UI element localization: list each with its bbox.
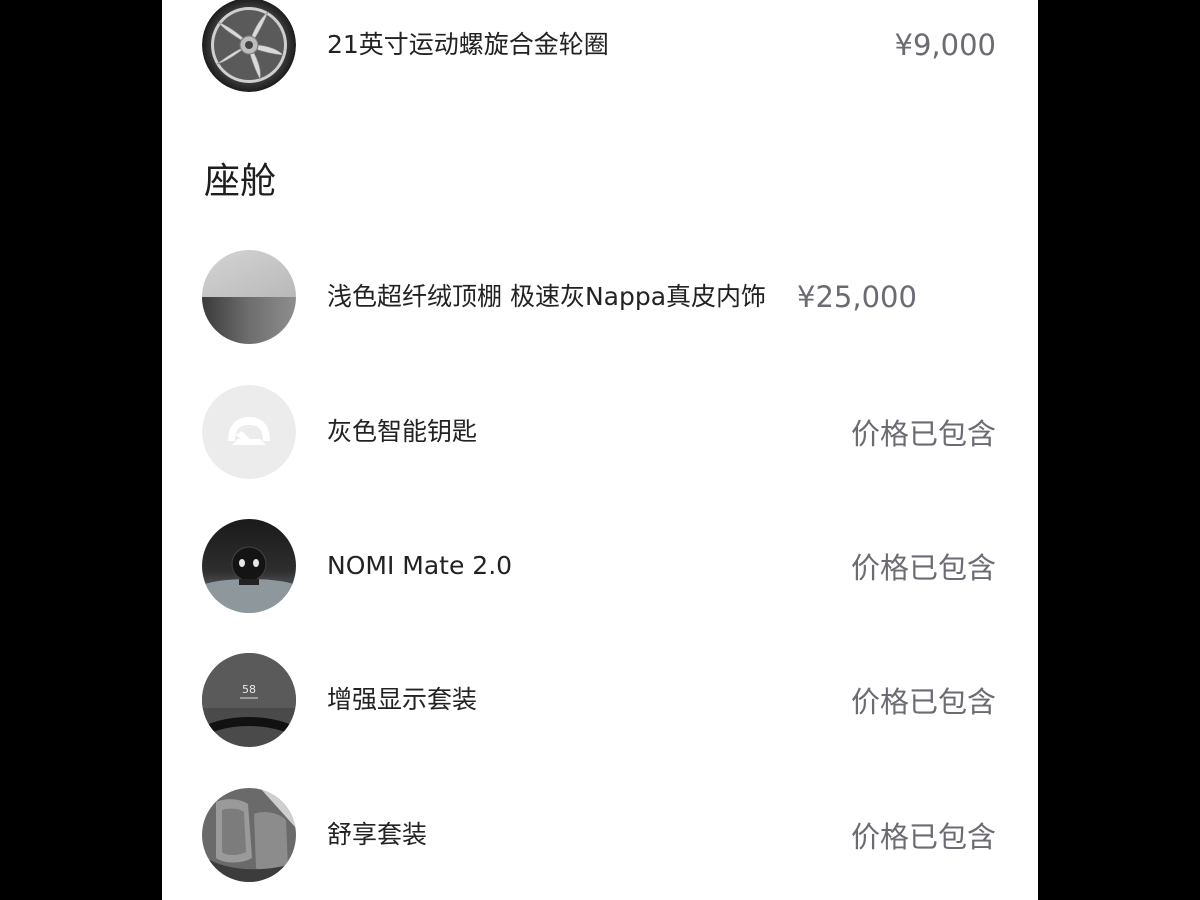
option-price: 价格已包含 <box>850 551 996 585</box>
option-name: 灰色智能钥匙 <box>327 417 478 446</box>
smart-key-icon <box>202 385 296 479</box>
option-price: ¥9,000 <box>894 28 996 62</box>
option-row-hud[interactable]: 58 增强显示套装 价格已包含 <box>202 653 996 747</box>
option-price: 价格已包含 <box>850 685 996 719</box>
alloy-wheel-icon <box>202 0 296 92</box>
option-name: 浅色超纤绒顶棚 极速灰Nappa真皮内饰 <box>327 282 767 311</box>
option-name: 21英寸运动螺旋合金轮圈 <box>327 30 609 59</box>
interior-swatch-icon <box>202 250 296 344</box>
option-name: NOMI Mate 2.0 <box>327 551 513 580</box>
seat-icon <box>202 788 296 882</box>
section-title-cabin: 座舱 <box>204 161 277 202</box>
option-price: ¥25,000 <box>797 280 917 314</box>
option-row-smart-key[interactable]: 灰色智能钥匙 价格已包含 <box>202 385 996 479</box>
option-name: 增强显示套装 <box>327 685 478 714</box>
option-row-nomi-mate[interactable]: NOMI Mate 2.0 价格已包含 <box>202 519 996 613</box>
nomi-mate-icon <box>202 519 296 613</box>
option-price: 价格已包含 <box>850 417 996 451</box>
options-panel: 21英寸运动螺旋合金轮圈 ¥9,000 座舱 浅色超纤绒顶棚 极速灰Nappa真… <box>162 0 1038 900</box>
option-name: 舒享套装 <box>327 820 428 849</box>
option-price: 价格已包含 <box>850 820 996 854</box>
hud-speed-reading: 58 <box>242 683 256 696</box>
option-row-interior[interactable]: 浅色超纤绒顶棚 极速灰Nappa真皮内饰 ¥25,000 <box>202 250 996 344</box>
option-row-wheel[interactable]: 21英寸运动螺旋合金轮圈 ¥9,000 <box>202 0 996 92</box>
option-row-comfort[interactable]: 舒享套装 价格已包含 <box>202 788 996 882</box>
hud-display-icon: 58 <box>202 653 296 747</box>
